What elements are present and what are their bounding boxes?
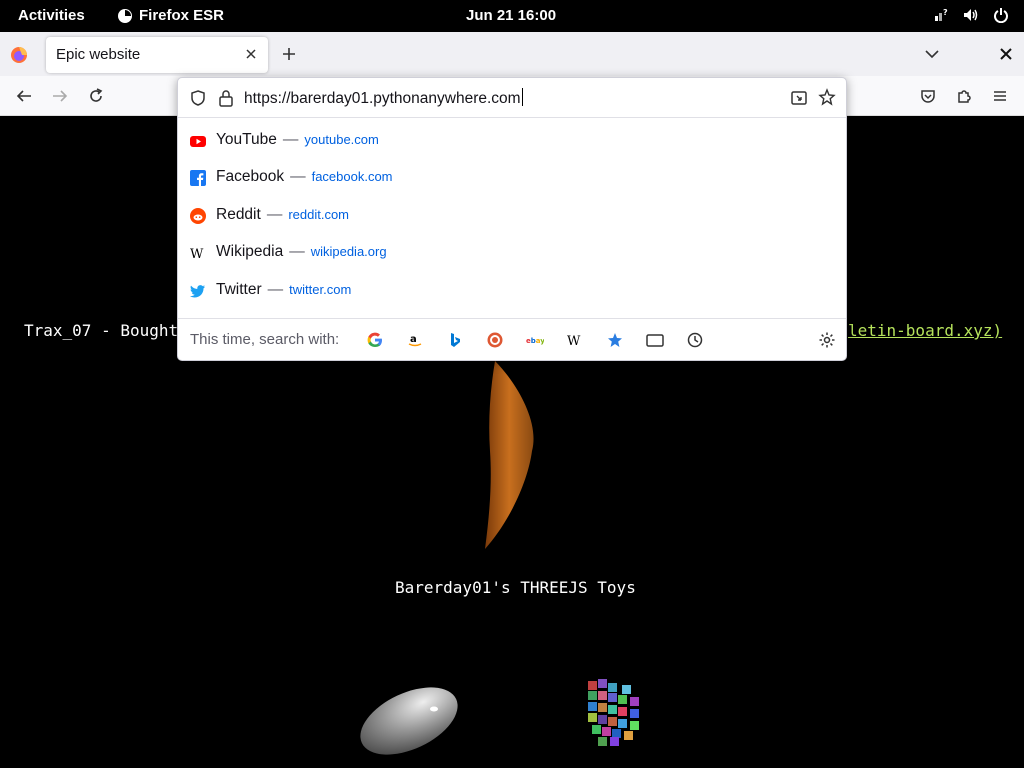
tracking-protection-shield-icon[interactable]: [189, 89, 207, 107]
separator: —: [267, 281, 284, 298]
extensions-icon[interactable]: [955, 87, 973, 105]
bookmark-star-icon[interactable]: [818, 88, 836, 106]
youtube-icon: [190, 136, 206, 147]
power-icon: [992, 6, 1010, 24]
list-all-tabs-icon[interactable]: [923, 45, 941, 63]
forward-icon[interactable]: [51, 87, 69, 105]
ebay-icon[interactable]: ebay: [526, 331, 544, 349]
firefox-icon: [118, 8, 132, 23]
bing-icon[interactable]: [446, 331, 464, 349]
duckduckgo-icon[interactable]: [486, 331, 504, 349]
tab-epic-website[interactable]: Epic website: [46, 37, 268, 73]
bulletin-board-link[interactable]: letin-board.xyz): [848, 321, 1002, 340]
separator: —: [266, 206, 283, 223]
suggestion-facebook[interactable]: Facebook — facebook.com: [178, 160, 846, 196]
facebook-icon: [190, 170, 206, 186]
tab-title: Epic website: [56, 46, 141, 63]
pocket-icon[interactable]: [919, 87, 937, 105]
suggestion-site: youtube.com: [304, 132, 379, 147]
firefox-view-icon[interactable]: [10, 46, 28, 64]
url-input[interactable]: https://barerday01.pythonanywhere.com: [244, 88, 523, 108]
reader-view-icon[interactable]: [790, 89, 808, 107]
one-off-search-bar: This time, search with: a ebay W: [178, 318, 846, 360]
reload-icon[interactable]: [87, 87, 105, 105]
leaf-shape-3d: [485, 361, 534, 549]
app-name: Firefox ESR: [139, 7, 225, 24]
suggestion-site: wikipedia.org: [310, 244, 387, 259]
back-icon[interactable]: [15, 87, 33, 105]
tab-strip: Epic website: [0, 32, 1024, 76]
suggestion-name: Facebook: [216, 168, 285, 185]
separator: —: [282, 131, 299, 148]
svg-text:ebay: ebay: [526, 337, 544, 345]
close-tab-icon[interactable]: [243, 46, 259, 62]
suggestion-site: reddit.com: [288, 207, 350, 222]
reddit-icon: [190, 208, 206, 224]
network-icon: ?: [932, 6, 950, 24]
amazon-icon[interactable]: a: [406, 331, 424, 349]
tabs-icon[interactable]: [646, 331, 664, 349]
menu-icon[interactable]: [991, 87, 1009, 105]
system-top-bar: Activities Firefox ESR Jun 21 16:00 ?: [0, 0, 1024, 32]
search-settings-gear-icon[interactable]: [818, 331, 836, 349]
track-text: Trax_07 - Bought: [24, 321, 179, 340]
clock[interactable]: Jun 21 16:00: [466, 7, 556, 24]
separator: —: [290, 168, 306, 185]
capsule-shape-3d: [360, 687, 458, 755]
suggestion-name: Twitter: [216, 281, 262, 298]
new-tab-icon[interactable]: [280, 45, 298, 63]
suggestion-youtube[interactable]: YouTube — youtube.com: [178, 123, 846, 159]
svg-text:W: W: [190, 247, 204, 261]
history-icon[interactable]: [686, 331, 704, 349]
svg-text:a: a: [410, 334, 417, 345]
activities-button[interactable]: Activities: [18, 7, 85, 24]
app-menu[interactable]: Firefox ESR: [117, 7, 224, 24]
url-input-row[interactable]: https://barerday01.pythonanywhere.com: [178, 78, 846, 118]
svg-text:?: ?: [943, 8, 948, 17]
suggestion-wikipedia[interactable]: W Wikipedia — wikipedia.org: [178, 235, 846, 271]
svg-text:W: W: [567, 334, 581, 348]
lock-icon[interactable]: [218, 89, 234, 107]
suggestion-name: YouTube: [216, 131, 277, 148]
bookmarks-icon[interactable]: [606, 331, 624, 349]
url-bar-popup: https://barerday01.pythonanywhere.com Yo…: [177, 77, 847, 361]
suggestion-reddit[interactable]: Reddit — reddit.com: [178, 198, 846, 234]
suggestion-name: Reddit: [216, 206, 261, 223]
volume-icon: [962, 6, 980, 24]
url-text: https://barerday01.pythonanywhere.com: [244, 90, 521, 107]
suggestion-site: twitter.com: [289, 282, 352, 297]
suggestion-twitter[interactable]: Twitter — twitter.com: [178, 273, 846, 309]
wikipedia-icon: W: [190, 247, 204, 261]
suggestion-name: Wikipedia: [216, 243, 284, 260]
separator: —: [289, 243, 305, 260]
window-close-icon[interactable]: [997, 45, 1015, 63]
twitter-icon: [190, 285, 205, 298]
system-tray[interactable]: ?: [932, 6, 1010, 24]
page-title: Barerday01's THREEJS Toys: [395, 578, 636, 597]
cube-cluster-3d: [588, 679, 639, 746]
suggestion-site: facebook.com: [311, 169, 393, 184]
search-with-label: This time, search with:: [190, 331, 340, 348]
text-caret: [521, 88, 523, 106]
google-icon[interactable]: [366, 331, 384, 349]
wikipedia-search-icon[interactable]: W: [566, 331, 584, 349]
